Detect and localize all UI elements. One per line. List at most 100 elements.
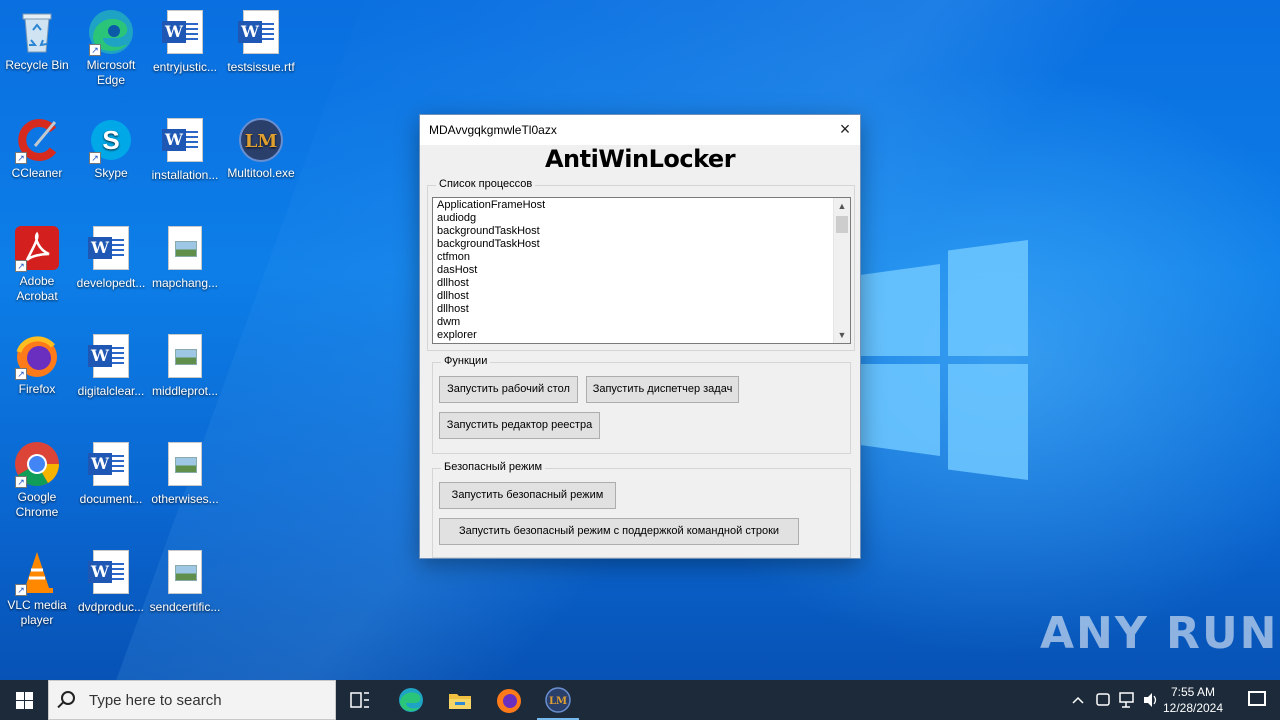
process-list-item[interactable]: backgroundTaskHost: [437, 238, 545, 251]
word-document-icon: W: [88, 442, 129, 486]
edge-taskbar-icon[interactable]: [397, 686, 425, 714]
run-desktop-button[interactable]: Запустить рабочий стол: [439, 376, 578, 403]
firefox-taskbar-icon[interactable]: [495, 686, 523, 714]
scroll-down-icon[interactable]: ▼: [834, 327, 850, 343]
image-file-icon: [168, 550, 202, 594]
start-button[interactable]: [0, 680, 48, 720]
app-heading: AntiWinLocker: [544, 145, 736, 173]
system-clock[interactable]: 7:55 AM 12/28/2024: [1158, 684, 1228, 716]
window-title: MDAvvgqkgmwleTl0azx: [429, 123, 557, 137]
desktop-icon-label: Skype: [94, 166, 128, 180]
desktop-icon-label: installation...: [151, 168, 219, 182]
word-document-icon: W: [162, 118, 203, 162]
image-file-icon: [168, 226, 202, 270]
process-list-item[interactable]: backgroundTaskHost: [437, 225, 545, 238]
process-list-item[interactable]: dllhost: [437, 290, 545, 303]
edge-icon: ↗: [87, 8, 135, 56]
vlc-icon: ↗: [13, 548, 61, 596]
word-document-icon: W: [162, 10, 203, 54]
word-document-icon: W: [88, 550, 129, 594]
process-list-item[interactable]: ctfmon: [437, 251, 545, 264]
process-list-item[interactable]: explorer: [437, 329, 545, 342]
window-titlebar[interactable]: MDAvvgqkgmwleTl0azx ×: [420, 115, 860, 145]
process-list-items: ApplicationFrameHost audiodg backgroundTas…: [437, 199, 545, 342]
desktop-icon-label: otherwises...: [151, 492, 219, 506]
process-list-scrollbar[interactable]: ▲ ▼: [833, 198, 850, 343]
multitool-taskbar-icon[interactable]: LM: [544, 686, 572, 714]
image-file-icon: [168, 442, 202, 486]
process-listbox[interactable]: ApplicationFrameHost audiodg backgroundTas…: [432, 197, 851, 344]
search-placeholder: Type here to search: [89, 692, 222, 709]
process-list-item[interactable]: ApplicationFrameHost: [437, 199, 545, 212]
process-list-item[interactable]: audiodg: [437, 212, 545, 225]
desktop-icon-digitalclear[interactable]: W digitalclear...: [74, 332, 148, 399]
word-document-icon: W: [238, 10, 279, 54]
chrome-icon: ↗: [13, 440, 61, 488]
process-list-group-label: Список процессов: [436, 178, 536, 190]
safe-mode-group-label: Безопасный режим: [441, 461, 546, 473]
desktop-icon-installation[interactable]: W installation...: [148, 116, 222, 183]
desktop-icon-label: Recycle Bin: [5, 58, 69, 72]
desktop-icon-recycle-bin[interactable]: Recycle Bin: [0, 8, 74, 73]
desktop-icon-ccleaner[interactable]: ↗ CCleaner: [0, 116, 74, 181]
recycle-bin-icon: [13, 8, 61, 56]
desktop-icon-label: document...: [79, 492, 143, 506]
desktop-icon-vlc[interactable]: ↗ VLC media player: [0, 548, 74, 628]
desktop-icon-label: middleprot...: [151, 384, 219, 398]
acrobat-icon: ↗: [13, 224, 61, 272]
image-file-icon: [168, 334, 202, 378]
run-task-manager-button[interactable]: Запустить диспетчер задач: [586, 376, 739, 403]
firefox-icon: ↗: [13, 332, 61, 380]
run-registry-editor-button[interactable]: Запустить редактор реестра: [439, 412, 600, 439]
desktop-icon-testsissue[interactable]: W testsissue.rtf: [224, 8, 298, 75]
search-icon: [61, 691, 75, 705]
desktop-icon-label: Adobe Acrobat: [16, 274, 58, 303]
desktop-icon-document[interactable]: W document...: [74, 440, 148, 507]
show-hidden-icons-chevron-icon[interactable]: [1068, 680, 1088, 720]
taskbar-search-box[interactable]: Type here to search: [48, 680, 336, 720]
desktop-icon-developedt[interactable]: W developedt...: [74, 224, 148, 291]
scroll-thumb[interactable]: [836, 216, 848, 233]
task-view-icon[interactable]: [346, 686, 374, 714]
desktop-icon-adobe-acrobat[interactable]: ↗ Adobe Acrobat: [0, 224, 74, 304]
windows-logo-wallpaper: [860, 240, 1030, 480]
desktop-icon-dvdproduc[interactable]: W dvdproduc...: [74, 548, 148, 615]
desktop-icon-otherwises[interactable]: otherwises...: [148, 440, 222, 507]
desktop-icon-label: entryjustic...: [152, 60, 218, 74]
network-icon[interactable]: [1117, 680, 1137, 720]
desktop-icon-firefox[interactable]: ↗ Firefox: [0, 332, 74, 397]
desktop-icon-entryjustic[interactable]: W entryjustic...: [148, 8, 222, 75]
svg-text:LM: LM: [245, 131, 278, 152]
file-explorer-icon[interactable]: [446, 686, 474, 714]
desktop-icon-label: developedt...: [76, 276, 146, 290]
desktop-icon-skype[interactable]: S ↗ Skype: [74, 116, 148, 181]
functions-group-label: Функции: [441, 355, 491, 367]
desktop-icon-label: dvdproduc...: [77, 600, 145, 614]
desktop-icon-multitool[interactable]: LM Multitool.exe: [224, 116, 298, 181]
clock-date: 12/28/2024: [1162, 701, 1224, 715]
desktop-icon-mapchang[interactable]: mapchang...: [148, 224, 222, 291]
desktop-icon-label: digitalclear...: [77, 384, 145, 398]
meet-now-icon[interactable]: [1093, 680, 1113, 720]
close-icon[interactable]: ×: [830, 115, 860, 143]
process-list-item[interactable]: dllhost: [437, 277, 545, 290]
process-list-item[interactable]: dllhost: [437, 303, 545, 316]
desktop-icon-label: testsissue.rtf: [227, 60, 295, 74]
desktop-icon-label: sendcertific...: [149, 600, 221, 614]
ccleaner-icon: ↗: [13, 116, 61, 164]
word-document-icon: W: [88, 226, 129, 270]
word-document-icon: W: [88, 334, 129, 378]
process-list-item[interactable]: dasHost: [437, 264, 545, 277]
skype-icon: S ↗: [87, 116, 135, 164]
scroll-up-icon[interactable]: ▲: [834, 198, 850, 214]
run-safe-mode-button[interactable]: Запустить безопасный режим: [439, 482, 616, 509]
run-safe-mode-cmd-button[interactable]: Запустить безопасный режим с поддержкой …: [439, 518, 799, 545]
desktop-icon-microsoft-edge[interactable]: ↗ Microsoft Edge: [74, 8, 148, 88]
process-list-item[interactable]: dwm: [437, 316, 545, 329]
desktop-icon-google-chrome[interactable]: ↗ Google Chrome: [0, 440, 74, 520]
desktop-icon-middleprot[interactable]: middleprot...: [148, 332, 222, 399]
antiwinlocker-window: MDAvvgqkgmwleTl0azx × AntiWinLocker Спис…: [419, 114, 861, 559]
notifications-icon[interactable]: [1248, 691, 1266, 706]
multitool-icon: LM: [237, 116, 285, 164]
desktop-icon-sendcertific[interactable]: sendcertific...: [148, 548, 222, 615]
